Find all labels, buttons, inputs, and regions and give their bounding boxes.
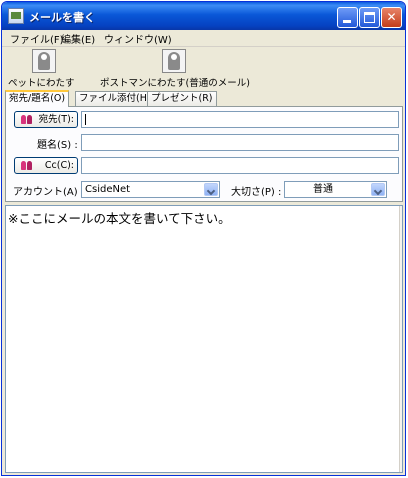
tab-file-attach[interactable]: ファイル添付(H) (75, 91, 155, 106)
pet-icon (32, 49, 56, 73)
minimize-icon (343, 20, 351, 23)
text-caret (85, 113, 86, 125)
header-form-panel: 宛先(T): 題名(S) : Cc(C): アカウント(A) : CsideNe… (5, 106, 403, 202)
account-value: CsideNet (85, 184, 131, 195)
minimize-button[interactable] (337, 7, 358, 28)
tab-recipient-subject[interactable]: 宛先/題名(O) (5, 90, 70, 107)
priority-label: 大切さ(P) : (231, 187, 282, 198)
to-field[interactable] (81, 111, 399, 128)
mail-body-text: ※ここにメールの本文を書いて下さい。 (8, 211, 231, 226)
send-by-postman-label: ポストマンにわたす(普通のメール) (100, 78, 250, 89)
to-address-button[interactable]: 宛先(T): (14, 111, 78, 128)
menu-file[interactable]: ファイル(F) (10, 31, 64, 46)
mail-body-textarea[interactable]: ※ここにメールの本文を書いて下さい。 (5, 205, 403, 473)
title-bar[interactable]: メールを書く ✕ (2, 2, 405, 30)
account-label: アカウント(A) : (13, 187, 85, 198)
chevron-down-icon[interactable] (371, 183, 385, 196)
send-by-postman-button[interactable]: ポストマンにわたす(普通のメール) (100, 47, 250, 89)
tab-present[interactable]: プレゼント(R) (147, 91, 217, 106)
send-by-pet-button[interactable]: ペットにわたす (8, 47, 78, 89)
menu-window[interactable]: ウィンドウ(W) (104, 31, 172, 46)
send-by-pet-label: ペットにわたす (8, 78, 75, 89)
maximize-button[interactable] (359, 7, 380, 28)
window-title: メールを書く (29, 11, 95, 24)
subject-field[interactable] (81, 134, 399, 151)
address-book-icon (21, 115, 33, 124)
menu-edit[interactable]: 編集(E) (61, 31, 95, 46)
chevron-down-icon[interactable] (204, 183, 218, 196)
close-icon: ✕ (386, 10, 397, 24)
compose-mail-window: メールを書く ✕ ファイル(F) 編集(E) ウィンドウ(W) ペットにわたす … (1, 1, 406, 476)
to-button-label: 宛先(T): (38, 114, 74, 125)
close-button[interactable]: ✕ (381, 7, 402, 28)
body-scrollbar[interactable] (399, 206, 402, 472)
toolbar: ペットにわたす ポストマンにわたす(普通のメール) (2, 46, 405, 89)
account-select[interactable]: CsideNet (81, 181, 220, 198)
maximize-icon (364, 12, 375, 23)
priority-select[interactable]: 普通 (284, 181, 387, 198)
tab-strip: 宛先/題名(O) ファイル添付(H) プレゼント(R) (2, 90, 405, 107)
address-book-icon (21, 161, 33, 170)
cc-button-label: Cc(C): (44, 160, 74, 171)
menu-bar: ファイル(F) 編集(E) ウィンドウ(W) (2, 30, 405, 46)
subject-label: 題名(S) : (37, 140, 78, 151)
priority-value: 普通 (313, 184, 333, 195)
cc-address-button[interactable]: Cc(C): (14, 157, 78, 174)
postman-icon (162, 49, 186, 73)
cc-field[interactable] (81, 157, 399, 174)
mail-window-icon (8, 8, 24, 24)
